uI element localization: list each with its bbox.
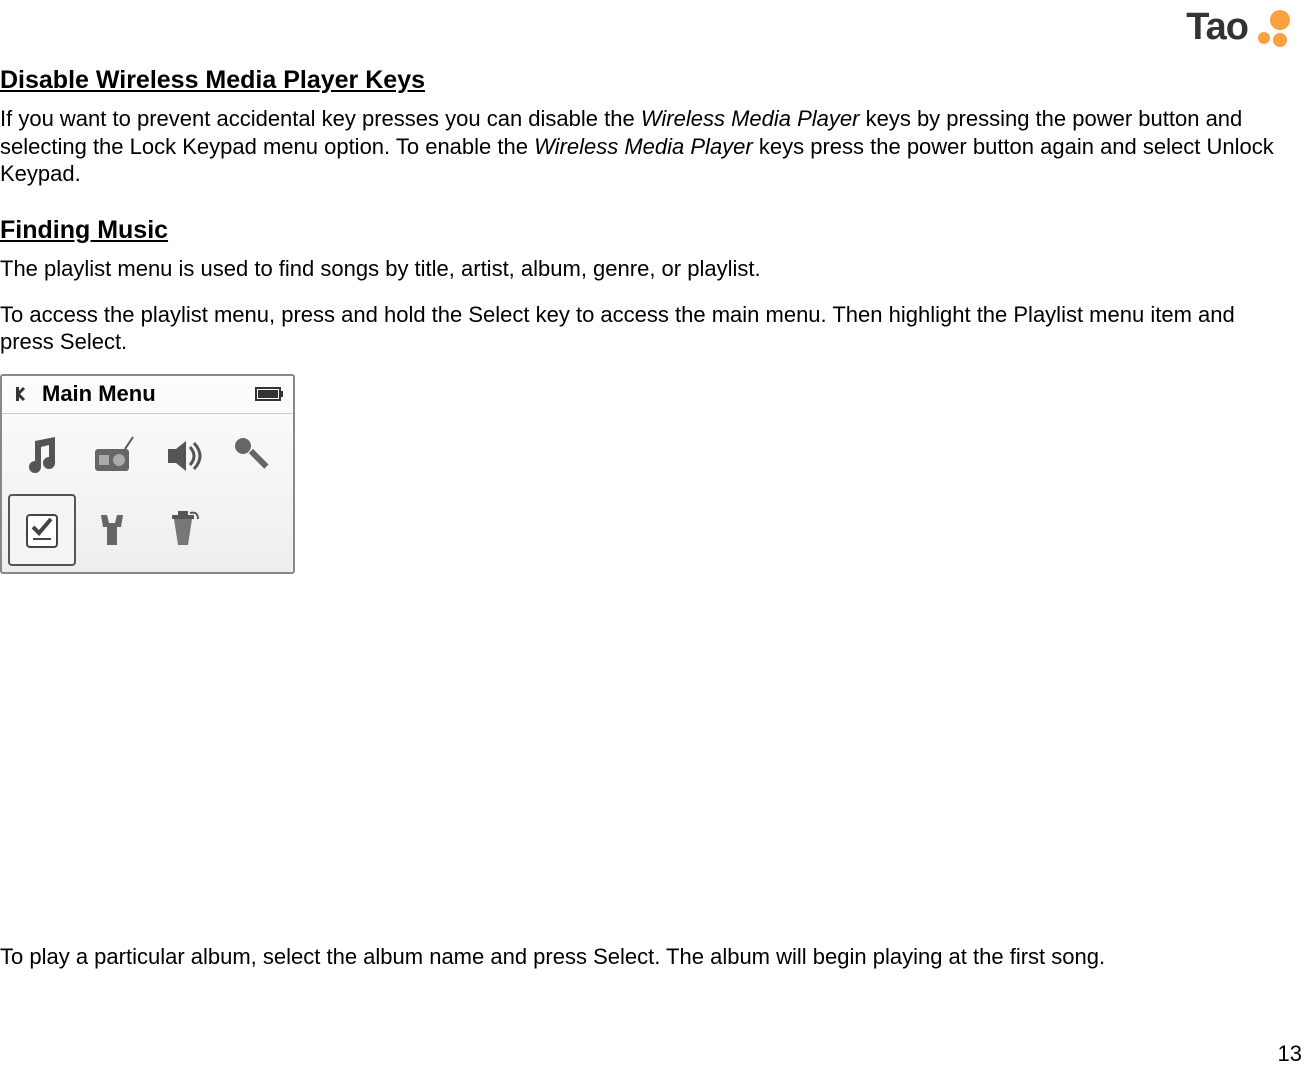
- tools-icon: [78, 494, 146, 566]
- battery-icon: [255, 386, 285, 402]
- section-disable-keys: Disable Wireless Media Player Keys If yo…: [0, 66, 1294, 206]
- section-play-album: To play a particular album, select the a…: [0, 943, 1294, 989]
- para-playlist-access: To access the playlist menu, press and h…: [0, 301, 1294, 356]
- radio-icon: [78, 420, 146, 492]
- menu-icon-grid: [2, 414, 293, 572]
- back-icon: [10, 382, 34, 406]
- section-finding-music: Finding Music The playlist menu is used …: [0, 216, 1294, 574]
- brand-logo: Tao: [1186, 6, 1294, 49]
- speaker-icon: [149, 420, 217, 492]
- settings-icon: [219, 420, 287, 492]
- page-number: 13: [1278, 1041, 1302, 1067]
- delete-icon: [149, 494, 217, 566]
- empty-icon: [219, 494, 287, 566]
- logo-dots-icon: [1254, 8, 1294, 48]
- logo-text: Tao: [1186, 6, 1248, 49]
- para-disable-keys: If you want to prevent accidental key pr…: [0, 105, 1294, 188]
- main-menu-screenshot: Main Menu: [0, 374, 295, 574]
- playlist-icon: [8, 494, 76, 566]
- music-icon: [8, 420, 76, 492]
- para-playlist-intro: The playlist menu is used to find songs …: [0, 255, 1294, 283]
- menu-title: Main Menu: [42, 381, 255, 407]
- para-play-album: To play a particular album, select the a…: [0, 943, 1294, 971]
- heading-disable-keys: Disable Wireless Media Player Keys: [0, 66, 1294, 95]
- menu-header: Main Menu: [2, 376, 293, 414]
- heading-finding-music: Finding Music: [0, 216, 1294, 245]
